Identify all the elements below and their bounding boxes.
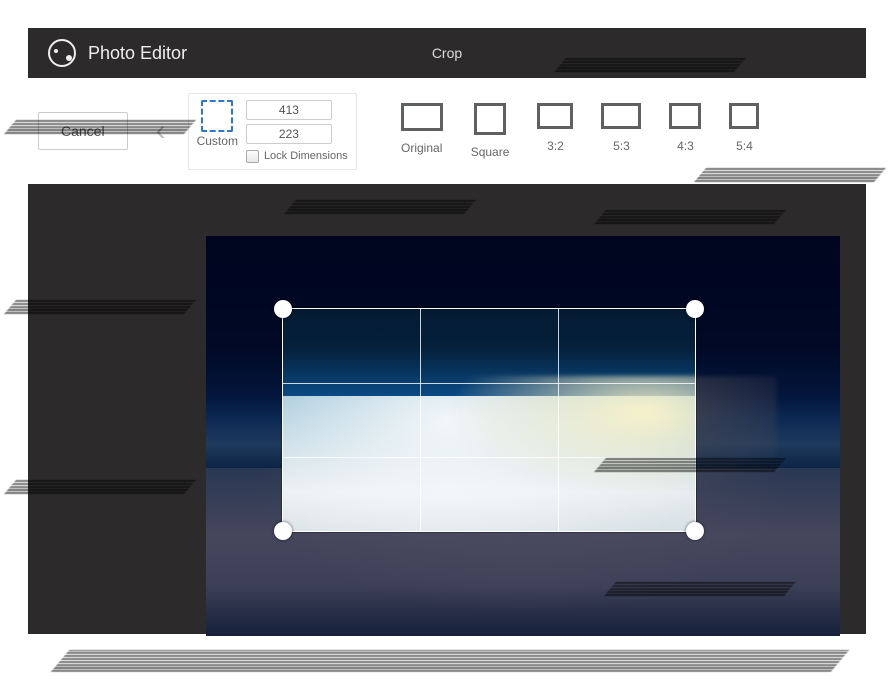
- decorative-brush-stroke: [594, 210, 786, 224]
- preset-square[interactable]: Square: [471, 103, 510, 159]
- crop-width-input[interactable]: [246, 100, 332, 120]
- workspace: [28, 184, 866, 634]
- decorative-brush-stroke: [554, 58, 746, 72]
- decorative-brush-stroke: [604, 582, 796, 596]
- crop-grid-line: [420, 309, 421, 531]
- preset-square-icon: [474, 103, 506, 135]
- preset-3-2[interactable]: 3:2: [537, 103, 573, 159]
- decorative-brush-stroke: [594, 458, 786, 472]
- header-bar: Photo Editor Crop: [28, 28, 866, 78]
- custom-crop-icon[interactable]: [201, 100, 233, 132]
- preset-5-4-icon: [729, 103, 759, 129]
- decorative-brush-stroke: [284, 200, 476, 214]
- crop-handle-top-right[interactable]: [686, 300, 704, 318]
- image-canvas[interactable]: [206, 236, 840, 636]
- decorative-brush-stroke: [51, 650, 849, 672]
- preset-5-3[interactable]: 5:3: [601, 103, 641, 159]
- preset-5-3-icon: [601, 103, 641, 129]
- preset-label: Square: [471, 145, 510, 159]
- preset-label: 4:3: [677, 139, 694, 153]
- crop-handle-bottom-right[interactable]: [686, 522, 704, 540]
- lock-dimensions-label: Lock Dimensions: [264, 150, 348, 162]
- preset-original-icon: [401, 103, 443, 131]
- preset-4-3-icon: [669, 103, 701, 129]
- decorative-brush-stroke: [4, 480, 196, 494]
- preset-4-3[interactable]: 4:3: [669, 103, 701, 159]
- editor-window: Photo Editor Crop Cancel ‹ Custom Lock D…: [28, 28, 866, 634]
- decorative-brush-stroke: [4, 120, 196, 134]
- crop-grid-line: [283, 383, 695, 384]
- preset-label: 5:4: [736, 139, 753, 153]
- custom-crop-panel: Custom Lock Dimensions: [188, 93, 357, 170]
- crop-selection-frame[interactable]: [282, 308, 696, 532]
- app-title: Photo Editor: [88, 43, 187, 64]
- crop-presets: Original Square 3:2 5:3 4:3 5:4: [401, 103, 760, 159]
- preset-5-4[interactable]: 5:4: [729, 103, 759, 159]
- preset-original[interactable]: Original: [401, 103, 443, 159]
- crop-height-input[interactable]: [246, 124, 332, 144]
- crop-grid-line: [558, 309, 559, 531]
- app-logo-icon: [48, 39, 76, 67]
- preset-label: Original: [401, 141, 442, 155]
- crop-handle-bottom-left[interactable]: [274, 522, 292, 540]
- decorative-brush-stroke: [4, 300, 196, 314]
- crop-handle-top-left[interactable]: [274, 300, 292, 318]
- preset-label: 5:3: [613, 139, 630, 153]
- preset-label: 3:2: [547, 139, 564, 153]
- preset-3-2-icon: [537, 103, 573, 129]
- custom-crop-label: Custom: [197, 134, 238, 148]
- decorative-brush-stroke: [694, 168, 886, 182]
- lock-dimensions-checkbox[interactable]: [246, 150, 259, 163]
- mode-title: Crop: [432, 45, 462, 61]
